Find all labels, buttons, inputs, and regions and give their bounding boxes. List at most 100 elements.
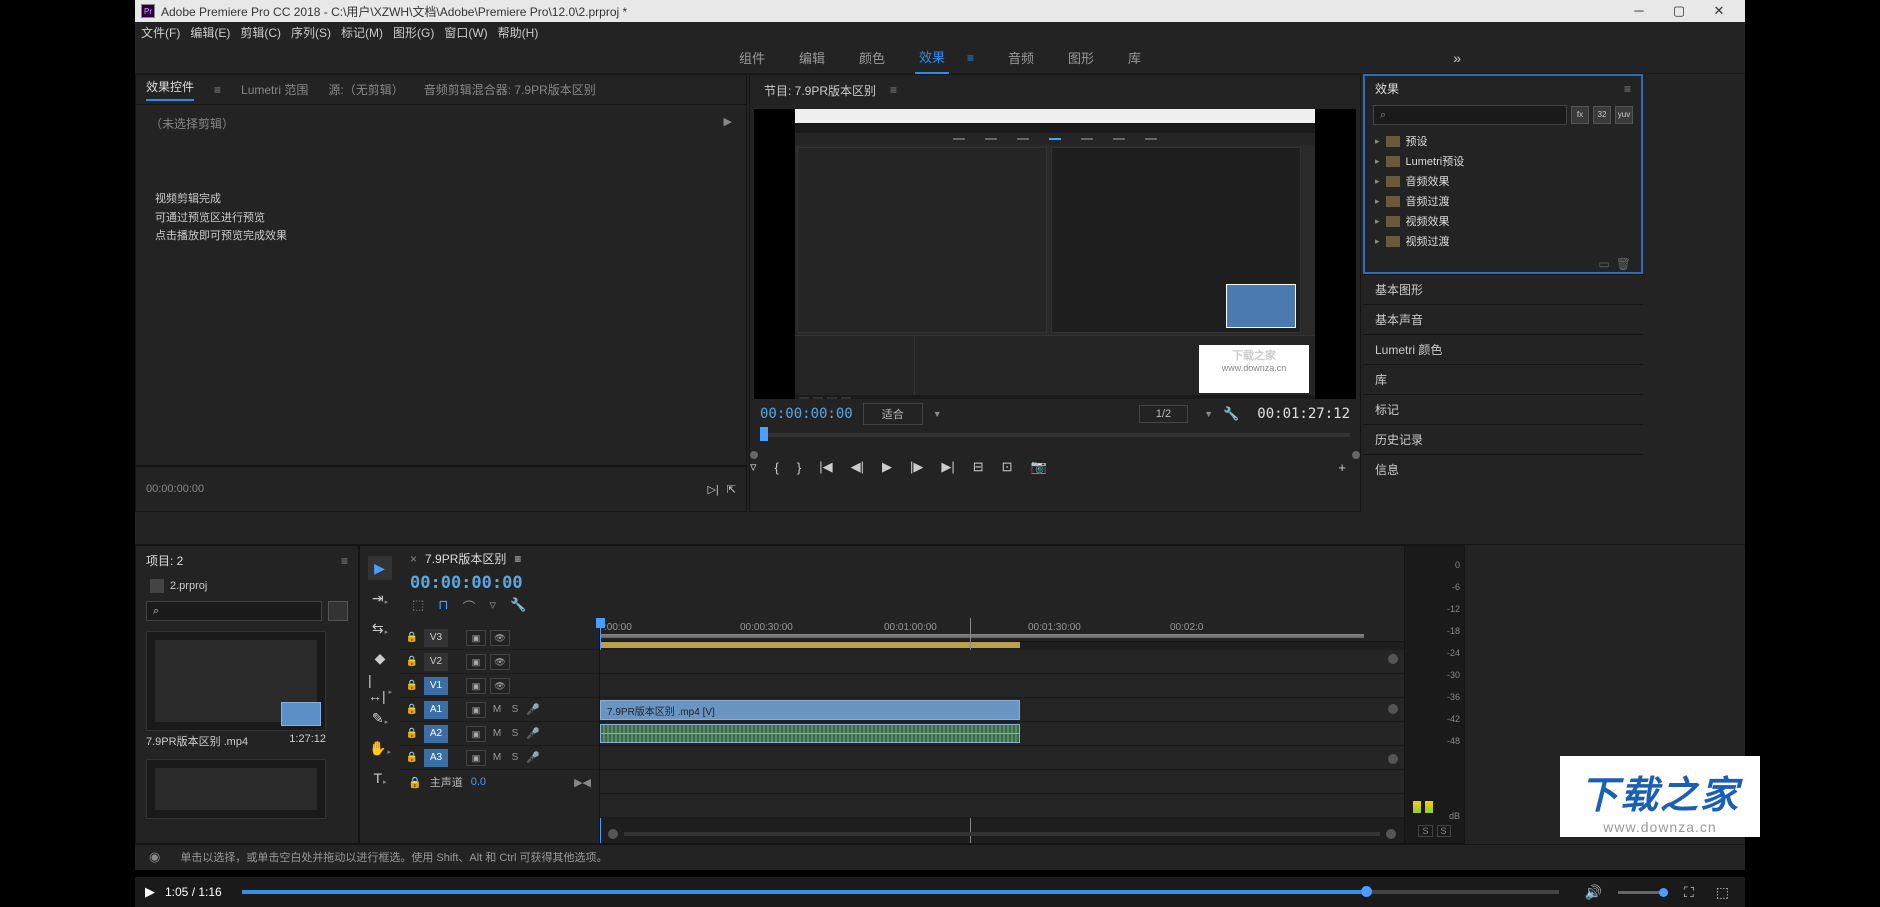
zoom-dropdown-arrow[interactable]: ▼ <box>933 409 942 419</box>
lock-icon[interactable]: 🔒 <box>404 728 420 739</box>
step-forward-icon[interactable]: |▶ <box>910 459 923 475</box>
resolution-arrow[interactable]: ▼ <box>1204 409 1213 419</box>
panel-lumetri-color[interactable]: Lumetri 颜色 <box>1363 334 1643 364</box>
panel-libraries[interactable]: 库 <box>1363 364 1643 394</box>
effects-folder-video-fx[interactable]: ▸视频效果 <box>1375 211 1631 231</box>
settings-wrench-icon[interactable]: 🔧 <box>510 597 526 616</box>
track-a3-header[interactable]: 🔒A3▣MS🎤 <box>400 746 599 770</box>
project-filter-icon[interactable] <box>328 601 348 621</box>
timeline-panel-menu[interactable]: ≡ <box>514 552 521 566</box>
track-v3-header[interactable]: 🔒V3▣👁 <box>400 626 599 650</box>
insert-icon[interactable]: ⬚ <box>412 597 424 616</box>
resolution-dropdown[interactable]: 1/2 <box>1139 405 1188 423</box>
effects-folder-video-trans[interactable]: ▸视频过渡 <box>1375 231 1631 251</box>
linked-selection-icon[interactable]: ⌒ <box>462 597 475 616</box>
menu-sequence[interactable]: 序列(S) <box>291 24 331 41</box>
delete-icon[interactable]: 🗑 <box>1616 257 1631 271</box>
project-clip-item[interactable]: 7.9PR版本区别 .mp41:27:12 <box>146 631 326 751</box>
workspace-graphics[interactable]: 图形 <box>1064 42 1098 73</box>
minimize-button[interactable]: ─ <box>1619 1 1659 21</box>
button-editor-icon[interactable]: + <box>1338 460 1346 475</box>
lock-icon[interactable]: 🔒 <box>404 680 420 691</box>
effects-folder-lumetri[interactable]: ▸Lumetri预设 <box>1375 151 1631 171</box>
workspace-editing[interactable]: 编辑 <box>795 42 829 73</box>
extract-icon[interactable]: ⊡ <box>1002 459 1013 475</box>
audio-clip-r[interactable] <box>600 733 1020 743</box>
program-tab-label[interactable]: 节目: 7.9PR版本区别 <box>764 82 876 99</box>
track-height-handle[interactable] <box>1388 704 1398 714</box>
workspace-assembly[interactable]: 组件 <box>735 42 769 73</box>
program-panel-menu[interactable]: ≡ <box>890 83 897 97</box>
tab-source[interactable]: 源:（无剪辑） <box>328 81 403 98</box>
effects-folder-presets[interactable]: ▸预设 <box>1375 131 1631 151</box>
master-track-header[interactable]: 🔒主声道0.0▶◀ <box>400 770 599 794</box>
solo-l-icon[interactable]: S <box>1418 825 1432 837</box>
wide-icon[interactable]: ⬚ <box>1716 884 1729 901</box>
toggle-sync-icon[interactable]: 👁 <box>490 630 510 646</box>
effects-filter-2[interactable]: 32 <box>1593 106 1611 124</box>
menu-marker[interactable]: 标记(M) <box>341 24 383 41</box>
volume-slider[interactable] <box>1618 891 1668 894</box>
lift-icon[interactable]: ⊟ <box>973 459 984 475</box>
loop-icon[interactable]: ▷| <box>707 483 718 496</box>
out-point-icon[interactable]: } <box>797 460 801 475</box>
menu-file[interactable]: 文件(F) <box>141 24 180 41</box>
panel-essential-graphics[interactable]: 基本图形 <box>1363 274 1643 304</box>
go-to-out-icon[interactable]: ▶| <box>941 459 954 475</box>
track-select-tool[interactable]: ⇥▸ <box>368 586 392 610</box>
lock-icon[interactable]: 🔒 <box>408 776 422 789</box>
pen-tool[interactable]: ✎▸ <box>368 706 392 730</box>
project-search-input[interactable]: ⌕ <box>146 601 322 621</box>
mute-icon[interactable]: ▣ <box>466 702 486 718</box>
lock-icon[interactable]: 🔒 <box>404 632 420 643</box>
workspace-libraries[interactable]: 库 <box>1124 42 1145 73</box>
ripple-edit-tool[interactable]: ⇆▸ <box>368 616 392 640</box>
workspace-overflow[interactable]: » <box>1449 44 1465 72</box>
effects-folder-audio-trans[interactable]: ▸音频过渡 <box>1375 191 1631 211</box>
snap-icon[interactable]: ⊓ <box>438 597 448 616</box>
track-height-handle[interactable] <box>1388 754 1398 764</box>
track-v2-header[interactable]: 🔒V2▣👁 <box>400 650 599 674</box>
settings-icon[interactable]: 🔧 <box>1223 406 1239 422</box>
mute-m-icon[interactable]: M <box>490 704 504 715</box>
sequence-name[interactable]: 7.9PR版本区别 <box>425 550 506 567</box>
timeline-tracks-area[interactable]: :00:00 00:00:30:00 00:01:00:00 00:01:30:… <box>600 618 1404 843</box>
workspace-effects-menu[interactable]: ≡ <box>963 45 978 71</box>
program-preview[interactable]: 下载之家 www.downza.cn <box>754 109 1356 399</box>
menu-help[interactable]: 帮助(H) <box>498 24 539 41</box>
voice-record-icon[interactable]: 🎤 <box>526 727 540 740</box>
toggle-output-icon[interactable]: ▣ <box>466 630 486 646</box>
lock-icon[interactable]: 🔒 <box>404 752 420 763</box>
tab-audio-clip-mixer[interactable]: 音频剪辑混合器: 7.9PR版本区别 <box>424 81 596 98</box>
timeline-timecode[interactable]: 00:00:00:00 <box>410 573 523 593</box>
timeline-ruler[interactable]: :00:00 00:00:30:00 00:01:00:00 00:01:30:… <box>600 618 1404 642</box>
toggle-sync-icon[interactable]: 👁 <box>490 654 510 670</box>
new-bin-icon[interactable]: ▭ <box>1598 257 1609 271</box>
menu-window[interactable]: 窗口(W) <box>444 24 487 41</box>
track-v1-header[interactable]: 🔒V1▣👁 <box>400 674 599 698</box>
fullscreen-icon[interactable]: ⛶ <box>1684 884 1694 901</box>
close-button[interactable]: ✕ <box>1699 1 1739 21</box>
track-a2-header[interactable]: 🔒A2▣MS🎤 <box>400 722 599 746</box>
workspace-audio[interactable]: 音频 <box>1004 42 1038 73</box>
panel-essential-sound[interactable]: 基本声音 <box>1363 304 1643 334</box>
effect-controls-menu[interactable]: ≡ <box>214 83 221 97</box>
mute-icon[interactable]: ▣ <box>466 750 486 766</box>
project-panel-menu[interactable]: ≡ <box>341 554 348 568</box>
program-timecode[interactable]: 00:00:00:00 <box>760 406 853 422</box>
timeline-zoom-scroll[interactable] <box>608 829 1396 839</box>
panel-history[interactable]: 历史记录 <box>1363 424 1643 454</box>
go-to-in-icon[interactable]: |◀ <box>819 459 832 475</box>
project-file-row[interactable]: 2.prproj <box>136 575 358 597</box>
project-sequence-item[interactable] <box>146 759 326 819</box>
effects-filter-3[interactable]: yuv <box>1615 106 1633 124</box>
voice-record-icon[interactable]: 🎤 <box>526 703 540 716</box>
tab-effect-controls[interactable]: 效果控件 <box>146 78 194 101</box>
mute-icon[interactable]: ▣ <box>466 726 486 742</box>
workspace-effects[interactable]: 效果 <box>915 41 949 74</box>
play-button[interactable]: ▶ <box>882 459 892 475</box>
type-tool[interactable]: T▸ <box>368 766 392 790</box>
effects-panel-menu[interactable]: ≡ <box>1624 82 1631 96</box>
slip-tool[interactable]: |↔|▸ <box>368 676 392 700</box>
panel-info[interactable]: 信息 <box>1363 454 1643 484</box>
